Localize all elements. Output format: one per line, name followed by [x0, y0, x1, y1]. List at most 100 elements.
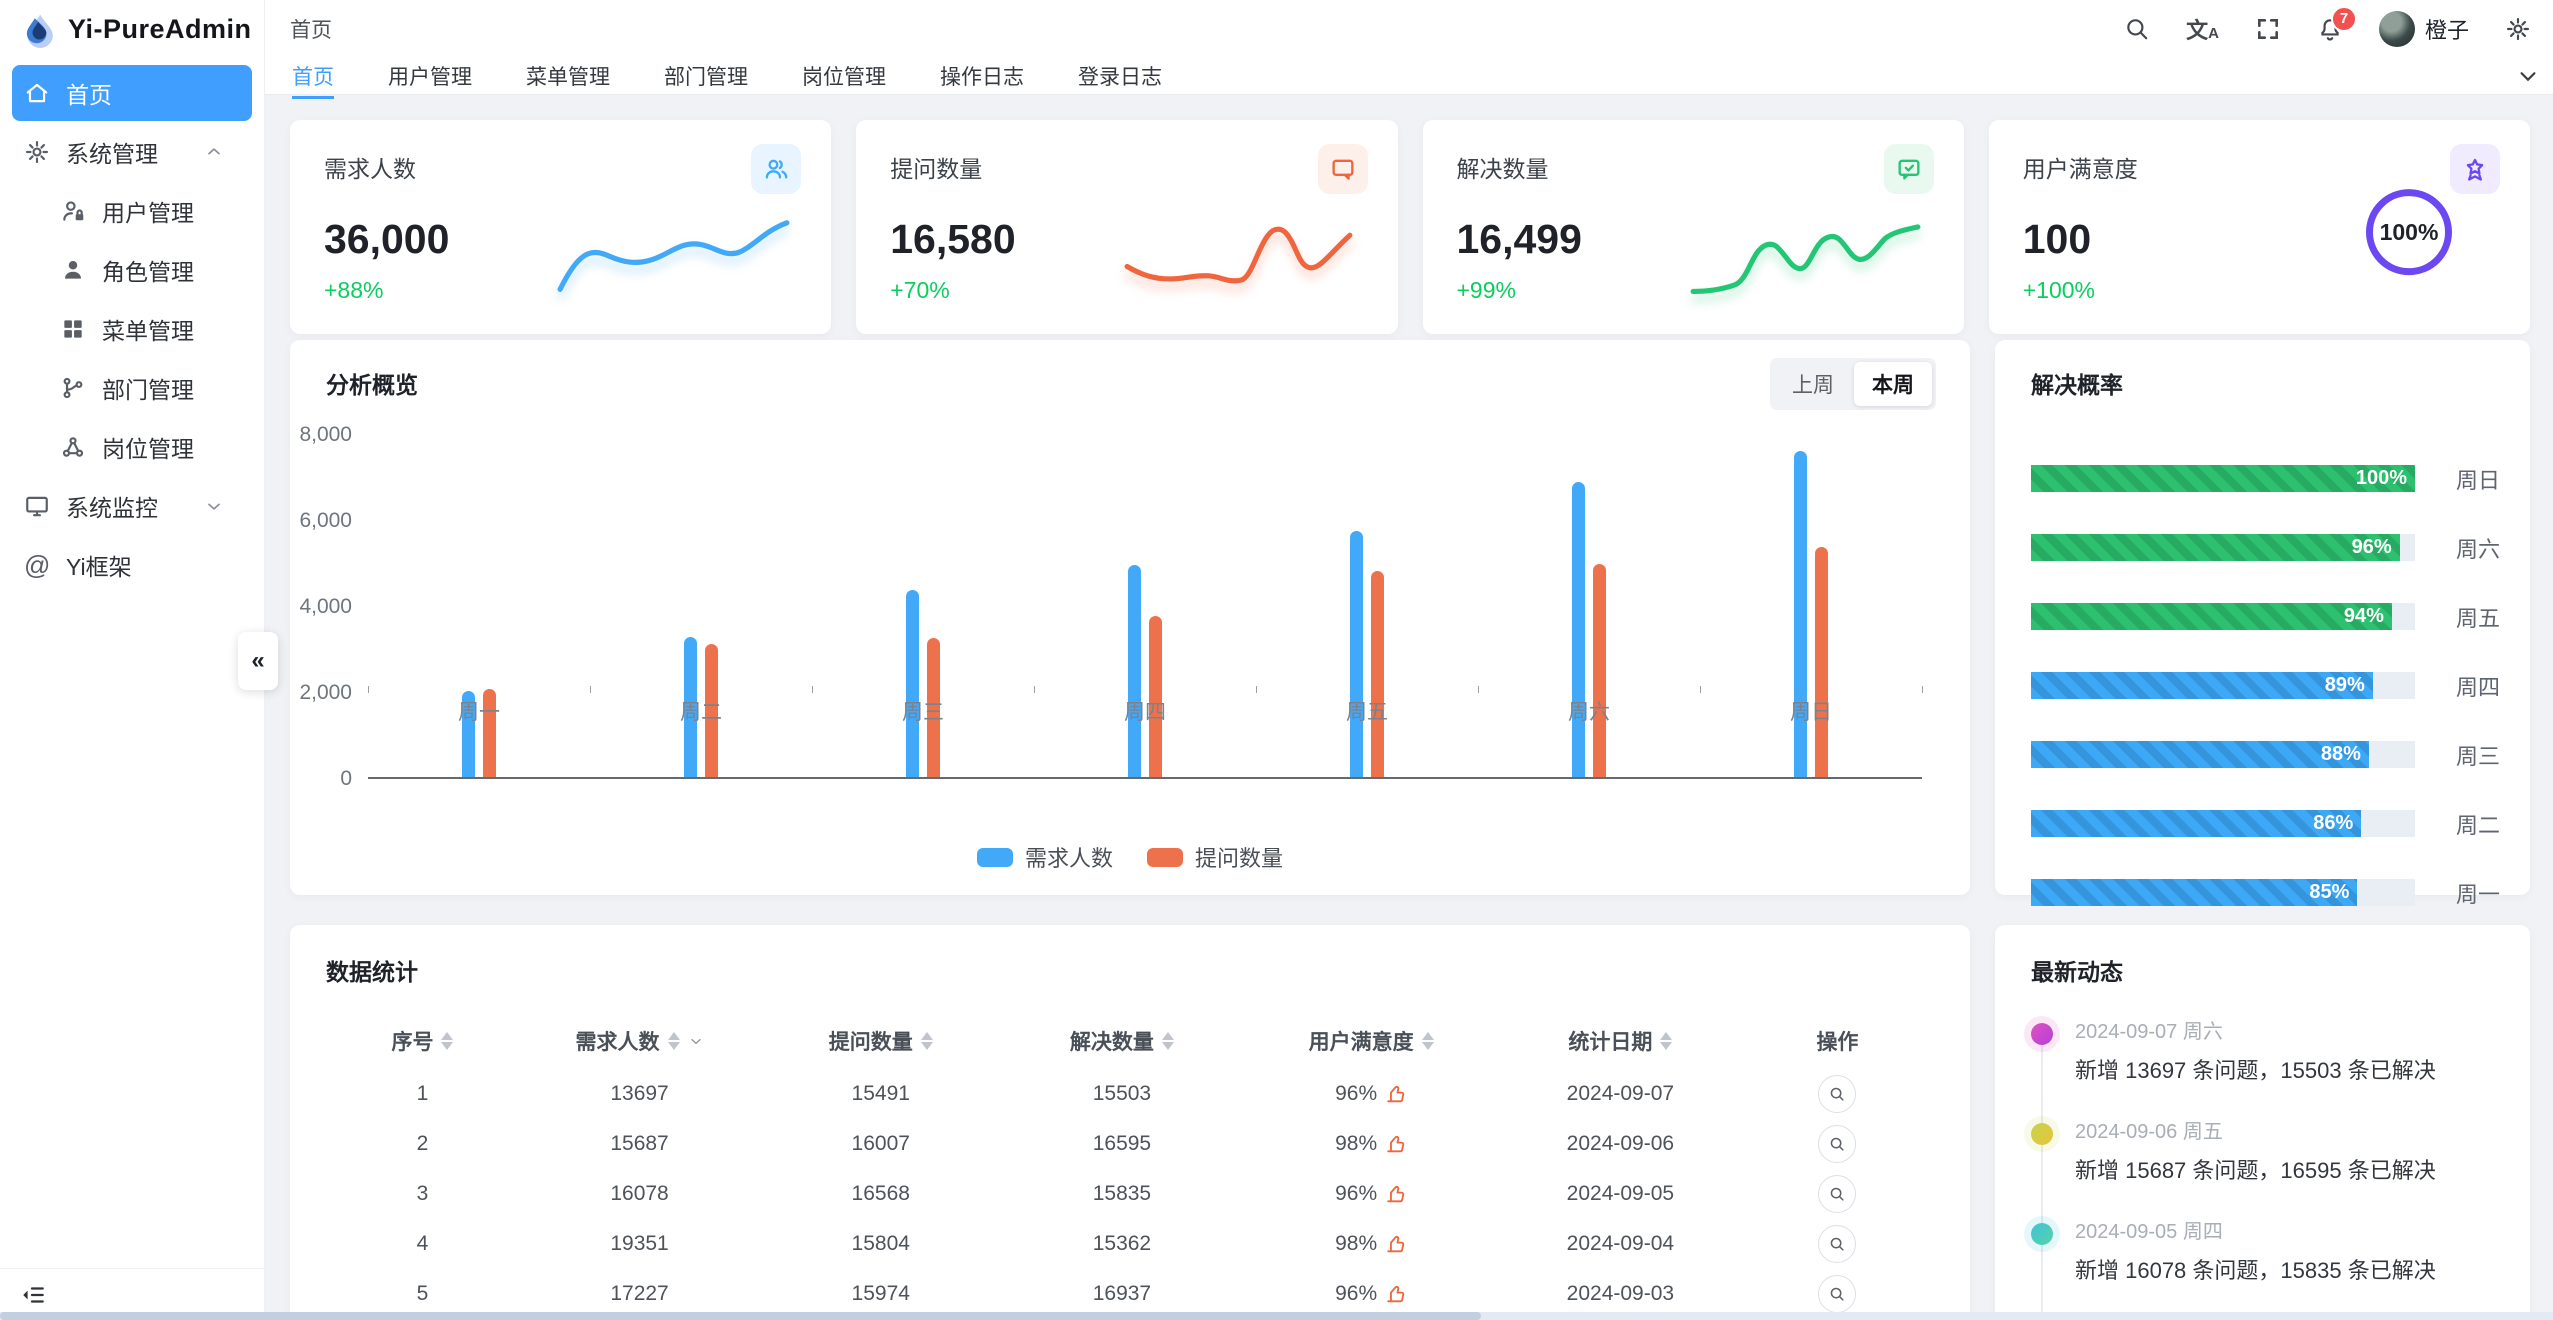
horizontal-scrollbar-thumb[interactable] [0, 1312, 1481, 1320]
sparkline-question-count [1123, 202, 1358, 306]
latest-activity-title: 最新动态 [2031, 959, 2123, 985]
range-option-last-week[interactable]: 上周 [1774, 362, 1852, 406]
sidebar-item-label: 用户管理 [102, 194, 194, 228]
sidebar-item-yi-framework[interactable]: @Yi框架 [12, 537, 252, 593]
chart-y-axis: 8,0006,0004,0002,0000 [290, 435, 352, 779]
solve-rate-row-周五: 94%周五 [2031, 582, 2500, 651]
column-header-label: 需求人数 [576, 1026, 660, 1056]
table-cell-date: 2024-09-04 [1500, 1232, 1741, 1256]
table-header-row: 序号需求人数提问数量解决数量用户满意度统计日期操作 [326, 1013, 1934, 1069]
sort-carets-icon[interactable] [668, 1032, 680, 1050]
fullscreen-icon[interactable] [2255, 16, 2281, 42]
cell-date: 2024-09-06 [1567, 1132, 1674, 1156]
view-detail-button[interactable] [1818, 1125, 1856, 1163]
timeline-dot [2031, 1123, 2053, 1145]
view-detail-button[interactable] [1818, 1275, 1856, 1313]
tab-home[interactable]: 首页 [265, 57, 361, 94]
view-detail-button[interactable] [1818, 1075, 1856, 1113]
message-check-icon [1895, 155, 1923, 183]
sidebar-item-post-management[interactable]: 岗位管理 [12, 419, 252, 475]
sidebar-item-role-management[interactable]: 角色管理 [12, 242, 252, 298]
legend-item-提问数量[interactable]: 提问数量 [1147, 841, 1283, 873]
tab-label: 首页 [292, 61, 334, 99]
table-row: 316078165681583596%2024-09-05 [326, 1169, 1934, 1219]
progress-fill: 89% [2031, 672, 2373, 699]
solve-rate-row-周六: 96%周六 [2031, 513, 2500, 582]
tab-label: 岗位管理 [802, 61, 886, 96]
column-header-solved[interactable]: 解决数量 [1001, 1026, 1242, 1056]
table-cell-date: 2024-09-06 [1500, 1132, 1741, 1156]
sidebar-item-system-monitor[interactable]: 系统监控 [12, 478, 252, 534]
column-header-satisfaction[interactable]: 用户满意度 [1243, 1026, 1500, 1056]
stat-card-iconbox [1318, 144, 1368, 194]
sidebar-item-menu-management[interactable]: 菜单管理 [12, 301, 252, 357]
sort-carets-icon[interactable] [1162, 1032, 1174, 1050]
filter-chevron-down-icon[interactable] [688, 1033, 704, 1049]
sort-carets-icon[interactable] [441, 1032, 453, 1050]
magnifier-icon [1828, 1135, 1846, 1153]
x-axis-tick [1478, 686, 1479, 693]
sidebar-item-user-management[interactable]: 用户管理 [12, 183, 252, 239]
tab-operation-log[interactable]: 操作日志 [913, 57, 1051, 94]
column-header-label: 解决数量 [1070, 1026, 1154, 1056]
analysis-title: 分析概览 [326, 366, 418, 400]
x-axis-tick [1700, 686, 1701, 693]
menu-fold-icon[interactable] [20, 1282, 46, 1308]
timeline-text: 新增 15687 条问题，16595 条已解决 [2075, 1153, 2500, 1185]
tabbar-chevron-down-icon[interactable] [2517, 65, 2539, 87]
x-label-周六: 周六 [1568, 696, 1610, 726]
user-menu[interactable]: 橙子 [2379, 11, 2469, 47]
grid-icon [60, 316, 86, 342]
sort-carets-icon[interactable] [1660, 1032, 1672, 1050]
sort-carets-icon[interactable] [921, 1032, 933, 1050]
app-logo[interactable]: Yi-PureAdmin [0, 0, 264, 58]
search-icon[interactable] [2124, 16, 2150, 42]
column-header-demand[interactable]: 需求人数 [519, 1026, 760, 1056]
table-cell-date: 2024-09-07 [1500, 1082, 1741, 1106]
translate-icon[interactable]: 文A [2186, 13, 2219, 45]
table-cell-demand: 19351 [519, 1232, 760, 1256]
sparkline-solved-count [1689, 202, 1924, 306]
stat-card-iconbox [2450, 144, 2500, 194]
sidebar-collapse-button[interactable]: « [238, 632, 278, 690]
latest-activity-card: 最新动态 2024-09-07 周六新增 13697 条问题，15503 条已解… [1995, 925, 2530, 1320]
solve-rate-row-周四: 89%周四 [2031, 651, 2500, 720]
column-header-label: 序号 [391, 1026, 433, 1056]
tab-menu-management[interactable]: 菜单管理 [499, 57, 637, 94]
cell-solved: 15503 [1093, 1082, 1151, 1106]
column-header-date[interactable]: 统计日期 [1500, 1026, 1741, 1056]
tab-user-management[interactable]: 用户管理 [361, 57, 499, 94]
sort-carets-icon[interactable] [1422, 1032, 1434, 1050]
range-option-this-week[interactable]: 本周 [1854, 362, 1932, 406]
chevron-down-icon [204, 496, 224, 516]
view-detail-button[interactable] [1818, 1225, 1856, 1263]
settings-gear-icon[interactable] [2505, 16, 2531, 42]
timeline-date: 2024-09-05 周四 [2075, 1215, 2500, 1244]
sidebar-menu: 首页系统管理用户管理角色管理菜单管理部门管理岗位管理系统监控@Yi框架 [0, 58, 264, 1268]
column-header-questions[interactable]: 提问数量 [760, 1026, 1001, 1056]
sidebar-item-system-management[interactable]: 系统管理 [12, 124, 252, 180]
table-cell-index: 1 [326, 1082, 519, 1106]
sidebar-item-home[interactable]: 首页 [12, 65, 252, 121]
horizontal-scrollbar[interactable] [0, 1312, 2553, 1320]
sidebar-item-dept-management[interactable]: 部门管理 [12, 360, 252, 416]
view-detail-button[interactable] [1818, 1175, 1856, 1213]
tab-post-management[interactable]: 岗位管理 [775, 57, 913, 94]
column-header-index[interactable]: 序号 [326, 1026, 519, 1056]
table-cell-solved: 15503 [1001, 1082, 1242, 1106]
magnifier-icon [1828, 1235, 1846, 1253]
sidebar-item-label: 系统管理 [66, 135, 158, 169]
tab-dept-management[interactable]: 部门管理 [637, 57, 775, 94]
breadcrumb[interactable]: 首页 [290, 14, 332, 44]
notification-bell-icon[interactable]: 7 [2317, 16, 2343, 42]
column-header-label: 提问数量 [829, 1026, 913, 1056]
y-tick-label: 6,000 [299, 509, 352, 533]
solve-rate-row-周三: 88%周三 [2031, 720, 2500, 789]
table-cell-index: 4 [326, 1232, 519, 1256]
table-cell-questions: 15974 [760, 1282, 1001, 1306]
column-header-label: 统计日期 [1568, 1026, 1652, 1056]
table-row: 215687160071659598%2024-09-06 [326, 1119, 1934, 1169]
tab-login-log[interactable]: 登录日志 [1051, 57, 1189, 94]
sidebar-item-label: 岗位管理 [102, 430, 194, 464]
legend-item-需求人数[interactable]: 需求人数 [977, 841, 1113, 873]
